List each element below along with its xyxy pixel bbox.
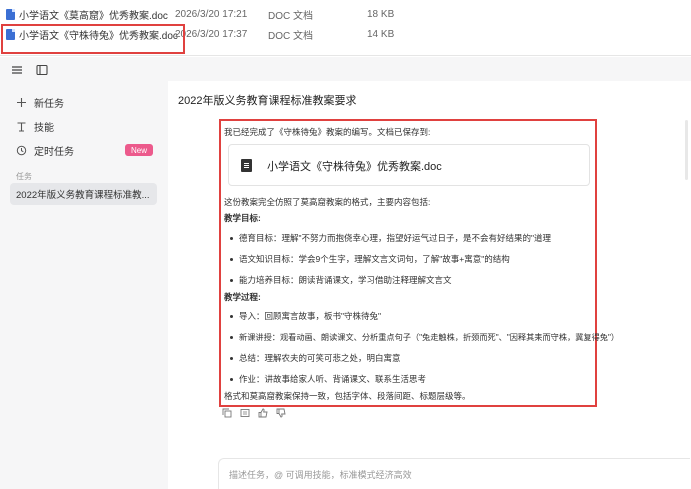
file-name: 小学语文《莫高窟》优秀教案.doc: [19, 10, 168, 22]
goals-heading: 教学目标:: [224, 213, 261, 223]
clock-icon: [16, 145, 27, 156]
new-badge: New: [125, 144, 154, 156]
file-type: DOC 文档: [268, 30, 313, 42]
file-size: 18 KB: [367, 8, 395, 20]
menu-icon[interactable]: [11, 63, 23, 75]
bullet: [230, 336, 233, 339]
doc-file-icon: [6, 8, 15, 20]
page-title: 2022年版义务教育课程标准教案要求: [178, 95, 357, 107]
task-input[interactable]: 描述任务，@ 可调用技能，标准模式经济高效: [218, 458, 690, 489]
sidebar-section-label: 任务: [16, 172, 32, 181]
task-input-placeholder: 描述任务，@ 可调用技能，标准模式经济高效: [229, 470, 412, 480]
sidebar-item-label: 新任务: [34, 98, 64, 110]
document-icon: [241, 159, 252, 172]
file-list: 小学语文《莫高窟》优秀教案.doc 2026/3/20 17:21 DOC 文档…: [0, 0, 691, 56]
bullet: [230, 237, 233, 240]
bullet: [230, 357, 233, 360]
bullet: [230, 315, 233, 318]
list-item: 新课讲授：观看动画、朗读课文、分析重点句子（"兔走触株，折颈而死"、"因释其耒而…: [239, 333, 620, 342]
thumbs-up-icon[interactable]: [258, 408, 268, 418]
sidebar-item-label: 定时任务: [34, 146, 74, 158]
screen: 小学语文《莫高窟》优秀教案.doc 2026/3/20 17:21 DOC 文档…: [0, 0, 691, 489]
bullet: [230, 378, 233, 381]
message-closing: 格式和莫高窟教案保持一致，包括字体、段落间距、标题层级等。: [224, 391, 471, 401]
bullet: [230, 258, 233, 261]
list-item: 导入：回顾寓言故事，板书"守株待兔": [239, 311, 382, 321]
file-type: DOC 文档: [268, 10, 313, 22]
thumbs-down-icon[interactable]: [276, 408, 286, 418]
sidebar-toggle-icon[interactable]: [36, 63, 48, 76]
list-item: 德育目标：理解"不努力而抱侥幸心理，指望好运气过日子，是不会有好结果的"道理: [239, 233, 552, 243]
list-item: 语文知识目标：学会9个生字，理解文言文词句，了解"故事+寓意"的结构: [239, 254, 510, 264]
bullet: [230, 279, 233, 282]
sidebar-task-item[interactable]: 2022年版义务教育课程标准教...: [10, 183, 157, 205]
process-heading: 教学过程:: [224, 292, 261, 302]
message-intro: 我已经完成了《守株待兔》教案的编写。文档已保存到:: [224, 127, 431, 137]
skill-icon: [16, 121, 27, 132]
chevron-down-icon[interactable]: ▾: [336, 96, 340, 104]
file-row[interactable]: 小学语文《莫高窟》优秀教案.doc 2026/3/20 17:21 DOC 文档…: [0, 4, 691, 24]
list-item: 作业：讲故事给家人听、背诵课文、联系生活思考: [239, 374, 427, 384]
share-icon[interactable]: [240, 408, 250, 418]
file-date: 2026/3/20 17:21: [175, 8, 248, 20]
app-toolbar: [0, 57, 691, 81]
doc-attachment-name: 小学语文《守株待兔》优秀教案.doc: [267, 161, 442, 173]
message-actions: [222, 408, 286, 418]
copy-icon[interactable]: [222, 408, 232, 418]
plus-icon: [16, 97, 27, 108]
file-size: 14 KB: [367, 28, 395, 40]
sidebar-item-label: 技能: [34, 122, 54, 134]
list-item: 总结：理解农夫的可笑可悲之处，明白寓意: [239, 353, 401, 363]
file-highlight-box: [1, 24, 185, 54]
sidebar-item-new-task[interactable]: 新任务: [16, 94, 64, 110]
scrollbar[interactable]: [685, 120, 688, 180]
file-date: 2026/3/20 17:37: [175, 28, 248, 40]
list-item: 能力培养目标：朗读背诵课文，学习借助注释理解文言文: [239, 275, 452, 285]
message-description: 这份教案完全仿照了莫高窟教案的格式，主要内容包括:: [224, 197, 431, 207]
sidebar-item-scheduled-tasks[interactable]: 定时任务: [16, 142, 74, 158]
doc-attachment-card[interactable]: 小学语文《守株待兔》优秀教案.doc: [228, 144, 590, 186]
sidebar-item-skills[interactable]: 技能: [16, 118, 54, 134]
